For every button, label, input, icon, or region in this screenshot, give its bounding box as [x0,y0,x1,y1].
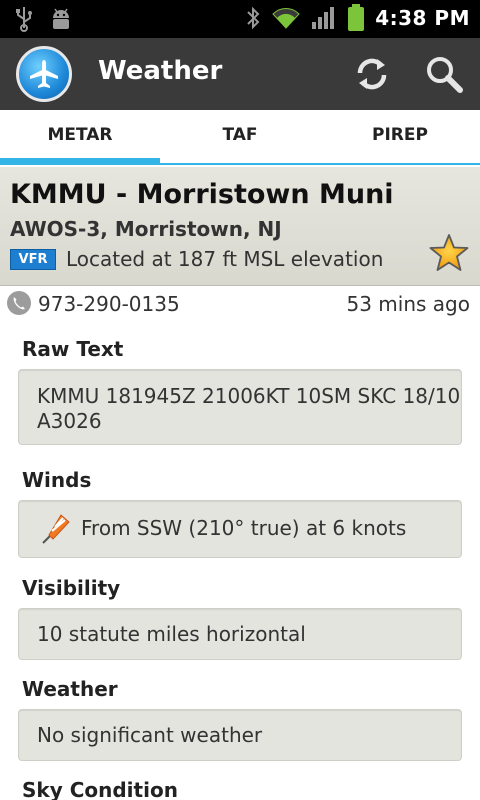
airport-name: KMMU - Morristown Muni [10,179,394,210]
winds-heading: Winds [22,468,92,492]
visibility-heading: Visibility [22,576,121,600]
phone-icon[interactable] [6,290,32,316]
weather-box: No significant weather [18,709,462,761]
signal-icon [311,6,337,30]
weather-heading: Weather [22,677,118,701]
tab-taf[interactable]: TAF [160,110,320,163]
winds-value: From SSW (210° true) at 6 knots [81,516,407,540]
station-description: AWOS-3, Morristown, NJ [10,217,282,241]
refresh-icon[interactable] [350,52,394,96]
elevation-text: Located at 187 ft MSL elevation [66,247,384,271]
raw-text-heading: Raw Text [22,337,124,361]
sky-condition-heading: Sky Condition [22,778,178,800]
windsock-icon [39,513,71,545]
tab-metar[interactable]: METAR [0,110,160,163]
winds-box: From SSW (210° true) at 6 knots [18,500,462,558]
battery-icon [347,4,365,32]
star-icon[interactable] [428,232,470,274]
tab-bar: METAR TAF PIREP [0,110,480,165]
visibility-value: 10 statute miles horizontal [37,622,306,646]
observation-age: 53 mins ago [346,292,471,316]
android-debug-icon [48,6,74,32]
selected-tab-indicator [0,158,160,165]
phone-number[interactable]: 973-290-0135 [38,292,180,316]
raw-text-line2: A3026 [37,409,102,433]
raw-text-line1: KMMU 181945Z 21006KT 10SM SKC 18/10 [37,384,461,408]
search-icon[interactable] [422,52,466,96]
weather-value: No significant weather [37,723,263,747]
action-bar: Weather [0,38,480,110]
tab-pirep[interactable]: PIREP [320,110,480,163]
status-bar: 4:38 PM [0,0,480,38]
page-title: Weather [98,56,223,86]
flight-category-badge: VFR [10,249,56,270]
bluetooth-icon [245,5,261,31]
clock: 4:38 PM [375,6,470,30]
station-header: KMMU - Morristown Muni AWOS-3, Morristow… [0,167,480,286]
usb-icon [14,6,34,32]
visibility-box: 10 statute miles horizontal [18,608,462,660]
raw-text-box: KMMU 181945Z 21006KT 10SM SKC 18/10 A302… [18,369,462,445]
wifi-icon [271,6,301,30]
airplane-icon[interactable] [16,46,72,102]
